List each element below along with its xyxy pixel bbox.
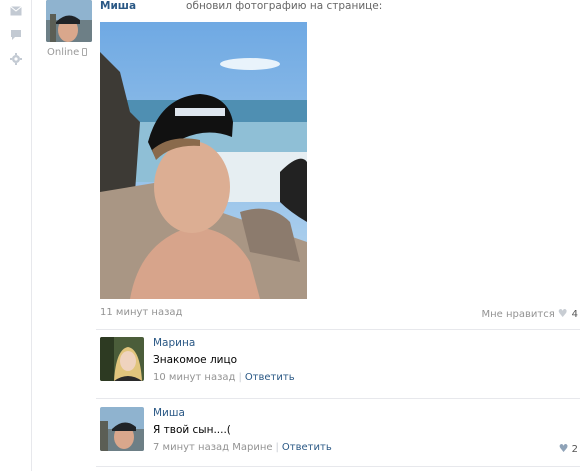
comment-time-link[interactable]: 10 минут назад xyxy=(153,372,235,383)
heart-icon: ♥ xyxy=(557,307,568,320)
comment-time-link[interactable]: 7 минут назад Марине xyxy=(153,442,273,453)
divider xyxy=(96,398,580,399)
gear-icon[interactable] xyxy=(9,53,23,67)
divider xyxy=(96,466,580,467)
separator: | xyxy=(238,372,242,383)
comment-like-count: 2 xyxy=(571,444,578,455)
online-status: Online xyxy=(47,47,88,58)
author-avatar[interactable] xyxy=(46,0,92,42)
comment-meta: 10 минут назад | Ответить xyxy=(153,372,295,383)
post-photo[interactable] xyxy=(100,22,307,299)
comment-like-button[interactable]: ♥ 2 xyxy=(556,442,578,455)
comment-avatar[interactable] xyxy=(100,337,144,381)
comment-author-link[interactable]: Миша xyxy=(153,407,185,419)
comment-text: Я твой сын....( xyxy=(153,424,231,436)
reply-link[interactable]: Ответить xyxy=(245,372,295,383)
like-count: 4 xyxy=(571,309,578,320)
like-button[interactable]: Мне нравится ♥ 4 xyxy=(482,307,579,320)
comment-text: Знакомое лицо xyxy=(153,354,238,366)
post-meta: 11 минут назад Мне нравится ♥ 4 xyxy=(100,307,578,321)
post-action-text: обновил фотографию на странице: xyxy=(186,0,383,12)
like-label: Мне нравится xyxy=(481,309,555,320)
author-name-link[interactable]: Миша xyxy=(100,0,136,12)
left-rail xyxy=(0,0,32,471)
comment-icon[interactable] xyxy=(9,29,23,43)
comment-author-link[interactable]: Марина xyxy=(153,337,195,349)
post-header: Миша обновил фотографию на странице: xyxy=(100,0,382,12)
post-time-link[interactable]: 11 минут назад xyxy=(100,307,182,318)
mobile-icon xyxy=(82,48,88,56)
reply-link[interactable]: Ответить xyxy=(282,442,332,453)
divider xyxy=(96,329,580,330)
heart-icon: ♥ xyxy=(558,442,569,455)
separator: | xyxy=(275,442,279,453)
comment-meta: 7 минут назад Марине | Ответить xyxy=(153,442,332,453)
message-icon[interactable] xyxy=(9,5,23,19)
comment-avatar[interactable] xyxy=(100,407,144,451)
